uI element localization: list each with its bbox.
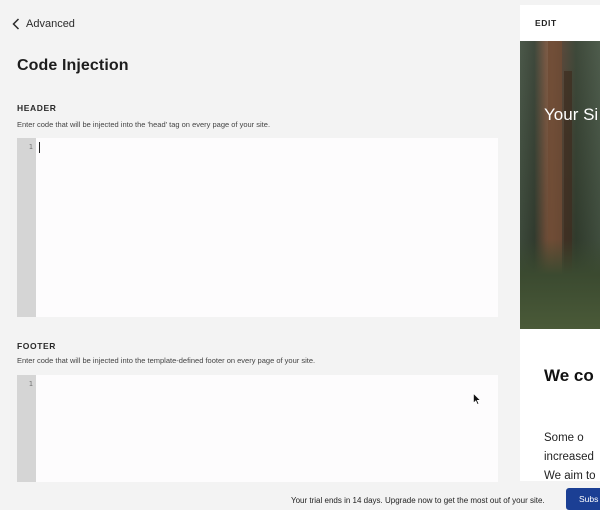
footer-code-editor[interactable]: 1 [17,375,498,482]
edit-button[interactable]: EDIT [535,18,557,28]
back-link-label: Advanced [26,18,75,30]
header-code-editor[interactable]: 1 [17,138,498,317]
header-editor-gutter: 1 [17,138,36,317]
chevron-left-icon [12,18,20,30]
trial-message: Your trial ends in 14 days. Upgrade now … [291,496,545,505]
footer-code-input[interactable] [36,375,498,482]
preview-body-line: We aim to [544,470,596,481]
header-line-number: 1 [28,143,33,151]
header-section-description: Enter code that will be injected into th… [17,120,271,129]
footer-line-number: 1 [28,380,33,388]
footer-section-heading: FOOTER [17,341,57,351]
back-link[interactable]: Advanced [12,15,75,33]
header-code-input[interactable] [36,138,498,317]
preview-body-line: Some o [544,432,584,444]
trial-banner: Your trial ends in 14 days. Upgrade now … [0,486,600,510]
subscribe-button[interactable]: Subs [566,488,600,510]
hero-title: Your Si [544,105,599,124]
page-title: Code Injection [17,57,129,74]
footer-editor-gutter: 1 [17,375,36,482]
hero-image: Your Si [520,41,600,329]
footer-section-description: Enter code that will be injected into th… [17,356,316,365]
preview-body-text: Some o increased We aim to [544,429,600,481]
mouse-pointer-icon [473,393,481,405]
site-preview[interactable]: EDIT Your Si We co Some o increased We a… [520,5,600,481]
preview-topbar: EDIT [520,5,600,41]
text-caret [39,142,40,153]
code-injection-panel: Advanced Code Injection HEADER Enter cod… [0,0,520,510]
preview-heading: We co [544,366,594,385]
header-section-heading: HEADER [17,103,57,113]
preview-body-line: increased [544,451,594,463]
